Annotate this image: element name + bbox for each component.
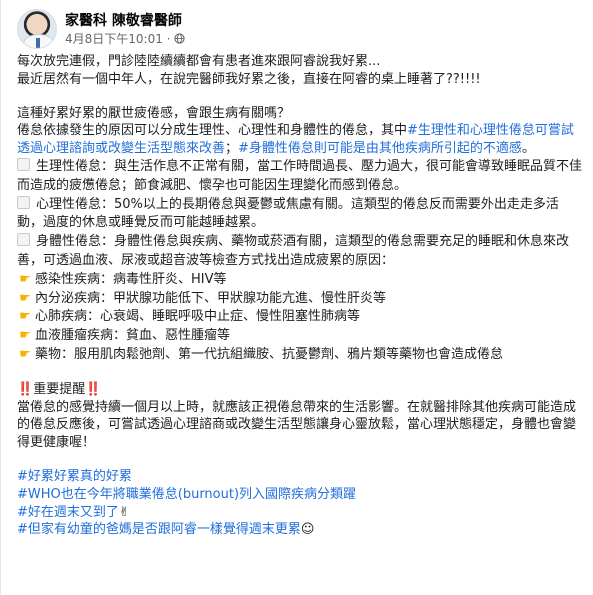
reminder-paragraph: 當倦怠的感覺持續一個月以上時，就應該正視倦怠帶來的生活影響。在就醫排除其他疾病可…: [17, 399, 577, 451]
hashtag-link[interactable]: #身體性倦怠則可能是由其他疾病所引起的不適感: [238, 141, 522, 156]
backhand-index-pointing-right-icon: ☛: [19, 309, 31, 325]
post-timestamp[interactable]: 4月8日下午10:01 ·: [65, 30, 170, 47]
question-line: 這種好累好累的厭世疲倦感，會跟生病有關嗎？: [17, 105, 291, 121]
cause-text: 藥物：服用肌肉鬆弛劑、第一代抗組織胺、抗憂鬱劑、鴉片類等藥物也會造成倦怠: [35, 346, 504, 362]
author-avatar[interactable]: [17, 9, 57, 49]
intro-line: 最近居然有一個中年人，在說完醫師我好累之後，直接在阿睿的桌上睡著了??!!!!: [17, 71, 481, 87]
cause-item: ☛ 內分泌疾病：甲狀腺功能低下、甲狀腺功能亢進、慢性肝炎等: [17, 290, 582, 309]
separator: ；: [225, 141, 239, 157]
square-icon: [17, 157, 30, 171]
hashtag-line: #但家有幼童的爸媽是否跟阿睿一樣覺得週末更累☺: [17, 521, 582, 539]
post-body: 每次放完連假，門診陸陸續續都會有患者進來跟阿睿說我好累... 最近居然有一個中年…: [17, 53, 582, 539]
hashtag-link[interactable]: #但家有幼童的爸媽是否跟阿睿一樣覺得週末更累: [17, 522, 301, 537]
globe-icon: [174, 33, 186, 44]
double-exclamation-icon: ‼️: [17, 381, 34, 397]
reminder-heading: ‼️重要提醒‼️: [17, 381, 582, 399]
classification-text: 倦怠依據發生的原因可以分成生理性、心理性和身體性的倦怠，其中: [17, 123, 408, 139]
hashtag-link[interactable]: #好在週末又到了: [17, 505, 119, 520]
type-item: 身體性倦怠：身體性倦怠與疾病、藥物或菸酒有關，這類型的倦怠需要充足的睡眠和休息來…: [17, 233, 582, 271]
backhand-index-pointing-right-icon: ☛: [19, 271, 31, 287]
victory-hand-icon: ✌: [118, 504, 130, 520]
reminder-title: 重要提醒: [33, 381, 86, 397]
hashtag-line: #WHO也在今年將職業倦怠(burnout)列入國際疾病分類躍: [17, 486, 582, 504]
cause-item: ☛ 心肺疾病：心衰竭、睡眠呼吸中止症、慢性阻塞性肺病等: [17, 308, 582, 327]
author-name[interactable]: 家醫科 陳敬睿醫師: [65, 10, 182, 30]
square-icon: [17, 233, 30, 247]
intro-line: 每次放完連假，門診陸陸續續都會有患者進來跟阿睿說我好累...: [17, 54, 381, 69]
cause-text: 心肺疾病：心衰竭、睡眠呼吸中止症、慢性阻塞性肺病等: [35, 309, 361, 325]
backhand-index-pointing-right-icon: ☛: [19, 346, 31, 362]
type-text: 心理性倦怠：50%以上的長期倦怠與憂鬱或焦慮有關。這類型的倦怠反而需要外出走走多…: [17, 196, 559, 231]
type-text: 身體性倦怠：身體性倦怠與疾病、藥物或菸酒有關，這類型的倦怠需要充足的睡眠和休息來…: [17, 234, 570, 268]
period: 。: [521, 141, 535, 157]
rolling-on-floor-laughing-icon: ☺: [300, 522, 315, 538]
facebook-post-card: 家醫科 陳敬睿醫師 4月8日下午10:01 · 每次放完連假，門診陸陸續續都會有…: [0, 0, 593, 595]
square-icon: [17, 195, 30, 209]
backhand-index-pointing-right-icon: ☛: [19, 328, 31, 344]
cause-text: 感染性疾病：病毒性肝炎、HIV等: [35, 271, 227, 287]
backhand-index-pointing-right-icon: ☛: [19, 290, 31, 306]
post-meta: 4月8日下午10:01 ·: [65, 30, 186, 47]
cause-item: ☛ 血液腫瘤疾病：貧血、惡性腫瘤等: [17, 327, 582, 346]
type-item: 心理性倦怠：50%以上的長期倦怠與憂鬱或焦慮有關。這類型的倦怠反而需要外出走走多…: [17, 195, 582, 234]
cause-item: ☛ 藥物：服用肌肉鬆弛劑、第一代抗組織胺、抗憂鬱劑、鴉片類等藥物也會造成倦怠: [17, 346, 582, 365]
hashtag-line: #好累好累真的好累: [17, 468, 582, 486]
hashtag-link[interactable]: #好累好累真的好累: [17, 469, 132, 484]
hashtag-line: #好在週末又到了✌: [17, 504, 582, 522]
cause-item: ☛ 感染性疾病：病毒性肝炎、HIV等: [17, 271, 582, 290]
cause-text: 內分泌疾病：甲狀腺功能低下、甲狀腺功能亢進、慢性肝炎等: [35, 290, 387, 306]
type-item: 生理性倦怠：與生活作息不正常有關，當工作時間過長、壓力過大，很可能會導致睡眠品質…: [17, 157, 583, 196]
hashtag-link[interactable]: #WHO也在今年將職業倦怠(burnout)列入國際疾病分類躍: [17, 487, 356, 502]
classification-paragraph: 倦怠依據發生的原因可以分成生理性、心理性和身體性的倦怠，其中#生理性和心理性倦怠…: [17, 122, 582, 158]
double-exclamation-icon: ‼️: [85, 381, 102, 397]
cause-text: 血液腫瘤疾病：貧血、惡性腫瘤等: [35, 328, 231, 344]
type-text: 生理性倦怠：與生活作息不正常有關，當工作時間過長、壓力過大，很可能會導致睡眠品質…: [17, 158, 583, 193]
